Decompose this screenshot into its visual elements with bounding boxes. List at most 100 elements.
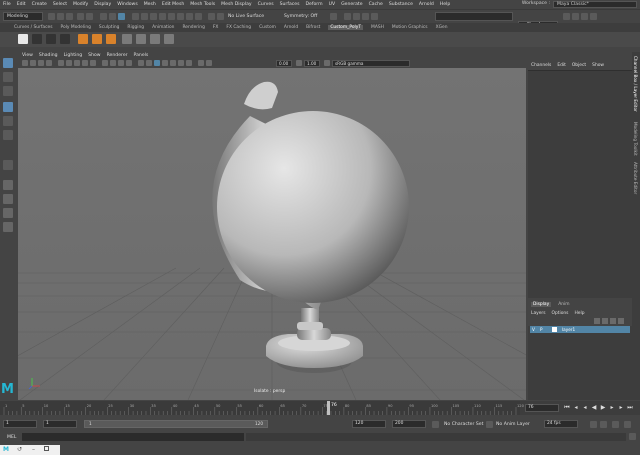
outliner-layout-icon[interactable] — [3, 222, 13, 232]
viewport-menu-panels[interactable]: Panels — [134, 53, 149, 58]
color-space-dropdown[interactable]: sRGB gamma — [332, 60, 410, 67]
layer-menu-layers[interactable]: Layers — [531, 311, 546, 316]
menu-substance[interactable]: Substance — [389, 2, 413, 7]
snap-grid-icon[interactable] — [208, 13, 215, 20]
save-scene-icon[interactable] — [66, 13, 73, 20]
paint-select-tool-icon[interactable] — [3, 86, 13, 96]
menu-create[interactable]: Create — [32, 2, 47, 7]
menu-select[interactable]: Select — [53, 2, 67, 7]
menu-mesh-tools[interactable]: Mesh Tools — [190, 2, 215, 7]
hypershade-icon[interactable] — [371, 13, 378, 20]
command-language-label[interactable]: MEL — [7, 435, 16, 440]
wireframe-icon[interactable] — [102, 60, 108, 66]
animation-end-field[interactable]: 200 — [392, 420, 426, 428]
channelbox-body[interactable] — [528, 70, 632, 298]
play-forwards-icon[interactable]: ▶ — [600, 404, 606, 411]
scale-tool-icon[interactable] — [3, 130, 13, 140]
menu-generate[interactable]: Generate — [341, 2, 362, 7]
exposure-icon[interactable] — [198, 60, 204, 66]
menu-surfaces[interactable]: Surfaces — [280, 2, 300, 7]
bridge-icon[interactable] — [92, 34, 102, 44]
step-forward-frame-icon[interactable]: ▸ — [609, 404, 615, 411]
menuset-dropdown[interactable]: Modeling — [3, 12, 43, 21]
menu-arnold[interactable]: Arnold — [419, 2, 434, 7]
channel-box-icon[interactable] — [590, 13, 597, 20]
xray-icon[interactable] — [126, 60, 132, 66]
multi-cut-icon[interactable] — [122, 34, 132, 44]
range-bar[interactable]: 1 120 — [84, 420, 268, 428]
channelbox-menu-show[interactable]: Show — [592, 63, 604, 68]
select-component-icon[interactable] — [118, 13, 125, 20]
color-management-icon[interactable] — [324, 60, 330, 66]
insert-edge-loop-icon[interactable] — [136, 34, 146, 44]
shelf-tab-arnold[interactable]: Arnold — [284, 25, 298, 30]
grid-icon[interactable] — [58, 60, 64, 66]
layout-two-icon[interactable] — [3, 208, 13, 218]
menu-help[interactable]: Help — [440, 2, 450, 7]
target-weld-icon[interactable] — [150, 34, 160, 44]
minimize-icon[interactable]: – — [32, 446, 35, 453]
viewport-persp[interactable]: Isolate : persp — [18, 68, 526, 400]
gamma-field[interactable]: 1.00 — [304, 60, 320, 67]
select-tool-icon[interactable] — [3, 58, 13, 68]
undo-icon[interactable] — [77, 13, 84, 20]
magnet-icon[interactable] — [217, 13, 224, 20]
shelf-tab-fx-caching[interactable]: FX Caching — [226, 25, 251, 30]
extrude-icon[interactable] — [78, 34, 88, 44]
channelbox-menu-edit[interactable]: Edit — [557, 63, 566, 68]
attribute-editor-icon[interactable] — [572, 13, 579, 20]
input-field[interactable] — [435, 12, 513, 21]
move-up-icon[interactable] — [610, 318, 616, 324]
shelf-tab-custom-polyt[interactable]: Custom_PolyT — [328, 25, 364, 30]
mask-icon[interactable] — [159, 13, 166, 20]
mask-icon[interactable] — [132, 13, 139, 20]
character-set-icon[interactable] — [432, 421, 439, 428]
script-editor-icon[interactable] — [629, 433, 636, 440]
fps-dropdown[interactable]: 24 fps — [544, 420, 578, 428]
anim-layer-icon[interactable] — [486, 421, 493, 428]
shelf-tab-bifrost[interactable]: Bifrost — [306, 25, 320, 30]
mask-icon[interactable] — [141, 13, 148, 20]
channelbox-menu-channels[interactable]: Channels — [531, 63, 551, 68]
shelf-tab-animation[interactable]: Animation — [152, 25, 174, 30]
image-plane-icon[interactable] — [46, 60, 52, 66]
step-back-key-icon[interactable]: ◂ — [573, 404, 579, 411]
new-scene-icon[interactable] — [48, 13, 55, 20]
select-hierarchy-icon[interactable] — [100, 13, 107, 20]
character-set-dropdown[interactable]: No Character Set — [444, 422, 483, 427]
preferences-icon[interactable] — [624, 421, 631, 428]
menu-cache[interactable]: Cache — [369, 2, 383, 7]
move-down-icon[interactable] — [618, 318, 624, 324]
menu-uv[interactable]: UV — [329, 2, 336, 7]
layout-single-icon[interactable] — [3, 180, 13, 190]
step-back-frame-icon[interactable]: ◂ — [582, 404, 588, 411]
shelf-tab-motion-graphics[interactable]: Motion Graphics — [392, 25, 428, 30]
wireframe-on-shaded-icon[interactable] — [118, 60, 124, 66]
shelf-tab-xgen[interactable]: XGen — [436, 25, 448, 30]
exposure-field[interactable]: 0.00 — [276, 60, 292, 67]
go-to-start-icon[interactable]: ⏮ — [564, 404, 570, 411]
resolution-gate-icon[interactable] — [74, 60, 80, 66]
smooth-shade-icon[interactable] — [110, 60, 116, 66]
poly-tool-icon[interactable] — [46, 34, 56, 44]
mask-icon[interactable] — [186, 13, 193, 20]
bookmark-icon[interactable] — [38, 60, 44, 66]
maximize-icon[interactable] — [44, 446, 49, 451]
rotate-tool-icon[interactable] — [3, 116, 13, 126]
layer-playback-toggle[interactable]: P — [540, 327, 543, 332]
film-gate-icon[interactable] — [66, 60, 72, 66]
layer-color-swatch[interactable] — [552, 327, 557, 332]
playback-start-field[interactable]: 1 — [43, 420, 77, 428]
anti-aliasing-icon[interactable] — [178, 60, 184, 66]
animation-start-field[interactable]: 1 — [3, 420, 37, 428]
mask-icon[interactable] — [195, 13, 202, 20]
viewport-menu-renderer[interactable]: Renderer — [107, 53, 128, 58]
go-to-end-icon[interactable]: ⏭ — [627, 404, 633, 411]
isolate-select-icon[interactable] — [154, 60, 160, 66]
layer-tab-anim[interactable]: Anim — [556, 302, 571, 307]
menu-display[interactable]: Display — [94, 2, 111, 7]
menu-file[interactable]: File — [3, 2, 11, 7]
select-object-icon[interactable] — [109, 13, 116, 20]
menu-mesh[interactable]: Mesh — [144, 2, 156, 7]
shelf-tab-custom[interactable]: Custom — [259, 25, 276, 30]
